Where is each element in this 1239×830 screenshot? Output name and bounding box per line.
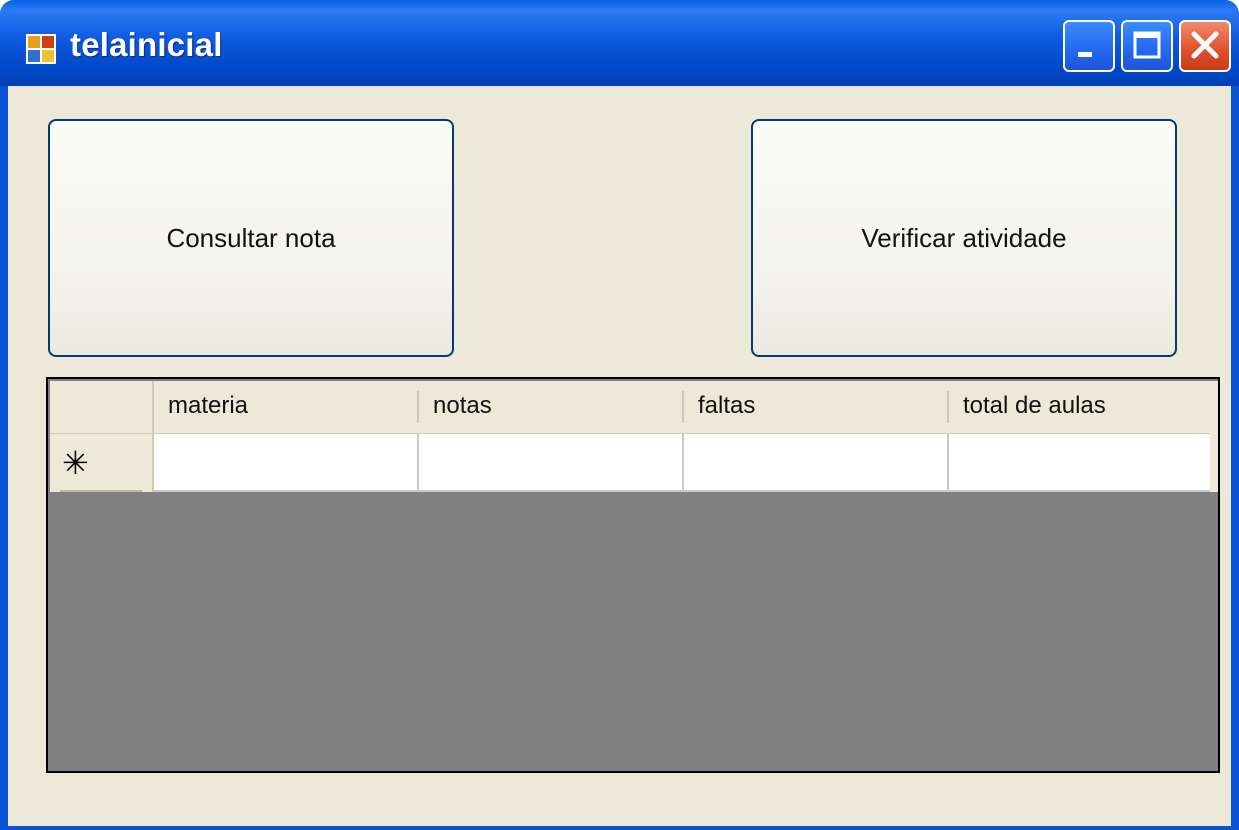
grid-right-edge: [1210, 381, 1218, 492]
minimize-icon: [1078, 52, 1092, 57]
column-header-label: faltas: [698, 392, 756, 419]
app-icon: [26, 34, 56, 64]
column-header-faltas[interactable]: faltas: [684, 381, 949, 433]
app-window: telainicial Consultar nota Verificar ati…: [0, 0, 1239, 830]
column-header-materia[interactable]: materia: [154, 381, 419, 433]
grid-header: materia notas faltas total de aulas: [50, 381, 1213, 436]
cell-faltas[interactable]: [684, 434, 949, 492]
close-icon: [1191, 31, 1219, 59]
column-header-label: materia: [168, 392, 249, 419]
cell-total-de-aulas[interactable]: [949, 434, 1213, 492]
cell-materia[interactable]: [154, 434, 419, 492]
maximize-icon: [1133, 31, 1161, 59]
table-row-new[interactable]: ✳: [50, 434, 1213, 492]
cell-notas[interactable]: [419, 434, 684, 492]
maximize-button[interactable]: [1121, 20, 1173, 72]
column-header-label: total de aulas: [963, 392, 1106, 419]
column-header-notas[interactable]: notas: [419, 381, 684, 433]
grid-corner-cell[interactable]: [50, 381, 154, 433]
consultar-nota-button[interactable]: Consultar nota: [48, 119, 454, 357]
new-row-asterisk-icon: ✳: [62, 445, 89, 481]
title-bar[interactable]: telainicial: [0, 0, 1239, 86]
window-title: telainicial: [70, 26, 223, 63]
row-header-divider: [60, 490, 142, 492]
new-row-header[interactable]: ✳: [50, 434, 154, 492]
close-button[interactable]: [1179, 20, 1231, 72]
column-header-label: notas: [433, 392, 492, 419]
data-grid[interactable]: materia notas faltas total de aulas ✳: [46, 377, 1220, 773]
minimize-button[interactable]: [1063, 20, 1115, 72]
verificar-atividade-button[interactable]: Verificar atividade: [751, 119, 1177, 357]
column-header-total-de-aulas[interactable]: total de aulas: [949, 381, 1213, 433]
client-area: Consultar nota Verificar atividade mater…: [8, 86, 1231, 826]
